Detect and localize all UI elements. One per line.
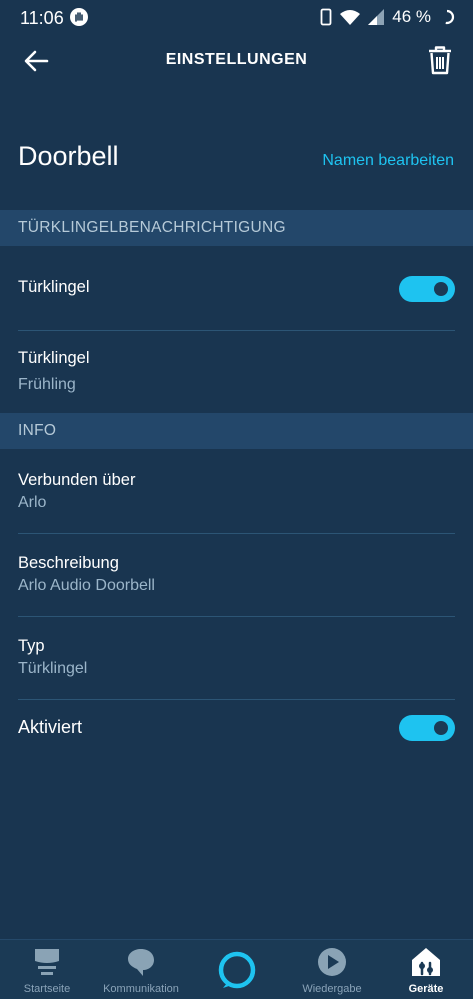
home-feed-icon xyxy=(35,949,59,975)
nav-home-label: Startseite xyxy=(23,983,71,995)
nav-communication[interactable]: Kommunikation xyxy=(94,940,188,999)
status-bar: 11:06 46 % xyxy=(0,0,473,36)
nav-alexa[interactable] xyxy=(188,940,285,999)
doorbell-sound-value: Frühling xyxy=(18,376,76,393)
devices-house-icon xyxy=(412,948,440,976)
section-header-label: INFO xyxy=(18,422,57,439)
nav-play-label: Wiedergabe xyxy=(302,983,362,995)
nav-play[interactable]: Wiedergabe xyxy=(285,940,379,999)
doorbell-sound-title: Türklingel xyxy=(18,349,90,367)
app-bar: EINSTELLUNGEN xyxy=(0,36,473,86)
bottom-navigation: Startseite Kommunikation Wiedergabe Gerä… xyxy=(0,939,473,999)
connected-via-value: Arlo xyxy=(18,494,47,511)
enabled-row[interactable]: Aktiviert xyxy=(0,700,473,760)
type-value: Türklingel xyxy=(18,660,88,677)
doorbell-notification-row[interactable]: Türklingel xyxy=(0,246,473,330)
chat-bubble-icon xyxy=(128,949,154,976)
connected-via-row: Verbunden über Arlo xyxy=(0,449,473,533)
nav-home[interactable]: Startseite xyxy=(0,940,94,999)
battery-ring-icon xyxy=(439,9,455,25)
page-title: EINSTELLUNGEN xyxy=(165,51,308,68)
connected-via-title: Verbunden über xyxy=(18,471,136,489)
section-header-info: INFO xyxy=(0,413,473,449)
alexa-ring-icon xyxy=(218,951,255,989)
play-icon xyxy=(318,948,346,976)
doorbell-notification-label: Türklingel xyxy=(18,278,90,296)
status-icons: 46 % xyxy=(320,7,455,27)
notification-hand-icon xyxy=(70,8,88,26)
enabled-toggle[interactable] xyxy=(399,715,455,741)
nav-devices[interactable]: Geräte xyxy=(379,940,473,999)
toggle-knob xyxy=(434,721,448,735)
description-row: Beschreibung Arlo Audio Doorbell xyxy=(0,534,473,616)
type-row: Typ Türklingel xyxy=(0,617,473,699)
status-time: 11:06 xyxy=(20,8,64,28)
doorbell-notification-toggle[interactable] xyxy=(399,276,455,302)
doorbell-sound-row[interactable]: Türklingel Frühling xyxy=(0,331,473,413)
description-title: Beschreibung xyxy=(18,554,119,572)
toggle-knob xyxy=(434,282,448,296)
device-name: Doorbell xyxy=(18,141,119,171)
phone-vibrate-icon xyxy=(320,8,332,26)
cell-signal-icon xyxy=(368,9,385,25)
section-header-label: TÜRKLINGELBENACHRICHTIGUNG xyxy=(18,219,286,236)
enabled-label: Aktiviert xyxy=(18,717,83,737)
battery-text: 46 % xyxy=(392,7,431,26)
nav-devices-label: Geräte xyxy=(408,983,444,995)
settings-screen: 11:06 46 % EINSTELLUNGEN Doorbell Namen … xyxy=(0,0,473,999)
nav-communication-label: Kommunikation xyxy=(103,983,179,995)
rename-device-link[interactable]: Namen bearbeiten xyxy=(322,152,454,170)
trash-icon xyxy=(429,46,451,75)
section-header-notification: TÜRKLINGELBENACHRICHTIGUNG xyxy=(0,210,473,246)
description-value: Arlo Audio Doorbell xyxy=(18,577,155,594)
type-title: Typ xyxy=(18,637,45,655)
wifi-icon xyxy=(340,10,361,25)
delete-device-button[interactable] xyxy=(427,45,453,75)
